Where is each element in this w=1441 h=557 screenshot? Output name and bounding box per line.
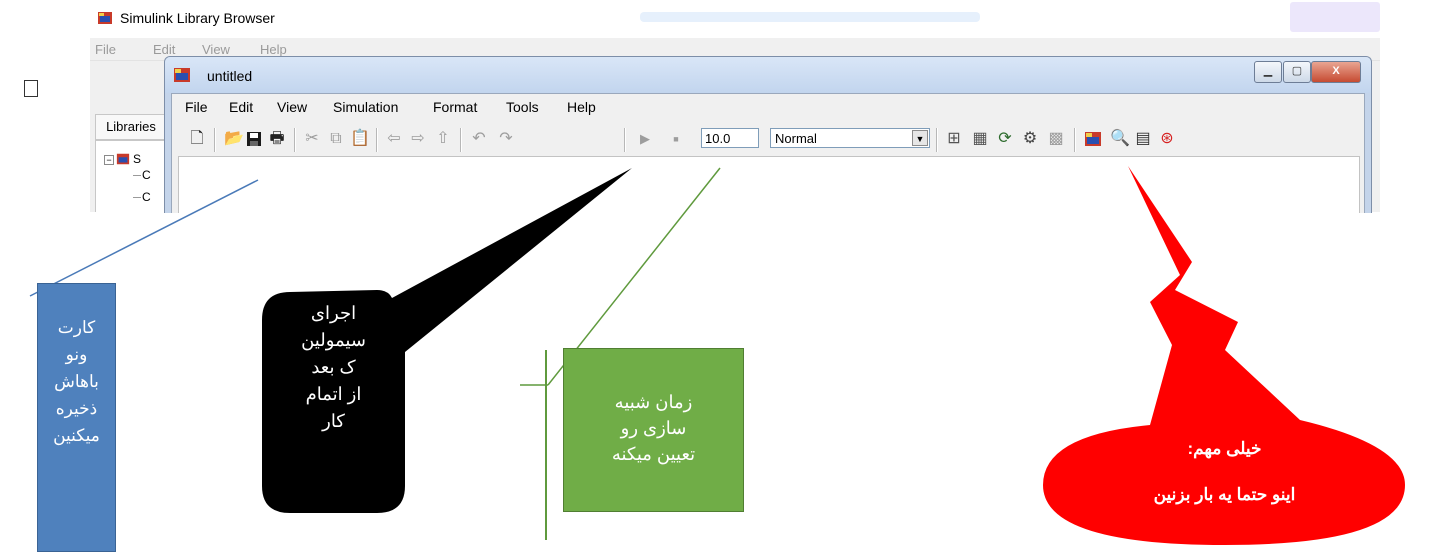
run-note: اجرای سیمولین ک بعد از اتمام کار <box>262 290 405 513</box>
copy-icon[interactable]: ⧉ <box>327 130 345 148</box>
save-note-line: باهاش <box>54 372 99 391</box>
library-browser-title: Simulink Library Browser <box>120 10 275 26</box>
tree-connector <box>133 197 141 198</box>
tree-child-label[interactable]: C <box>142 168 151 182</box>
important-note-title: خیلی مهم: <box>1187 439 1262 458</box>
simulation-mode-select[interactable]: Normal ▼ <box>770 128 930 148</box>
save-note-line: میکنین <box>53 426 100 445</box>
save-note-line: ذخیره <box>55 399 98 418</box>
model-grid-icon[interactable]: ▩ <box>1046 130 1066 148</box>
forward-arrow-icon[interactable]: ⇨ <box>409 130 427 148</box>
tree-root-label[interactable]: S <box>133 152 141 166</box>
important-note-body: اینو حتما یه بار بزنین <box>1153 485 1296 504</box>
toolbar-separator <box>1074 128 1076 152</box>
save-note-line: ونو <box>65 345 88 364</box>
model-toolbar: 🗋 📂 🖶 ✂ ⧉ 📋 ⇦ ⇨ ⇧ ↶ ↷ ▶ ■ 10.0 Normal ▼ … <box>172 122 1364 156</box>
debug-icon[interactable]: ⚙ <box>1020 130 1040 148</box>
library-browser-icon[interactable] <box>1084 130 1102 148</box>
time-note-line: زمان شبیه <box>614 392 693 412</box>
menu-file[interactable]: File <box>185 99 208 115</box>
simulink-app-icon <box>98 12 112 24</box>
menu-help[interactable]: Help <box>567 99 596 115</box>
new-model-icon[interactable]: 🗋 <box>188 130 206 148</box>
undo-icon[interactable]: ↶ <box>468 130 490 148</box>
menu-simulation[interactable]: Simulation <box>333 99 398 115</box>
lib-menu-help[interactable]: Help <box>260 42 287 57</box>
print-icon[interactable]: 🖶 <box>267 130 287 148</box>
up-arrow-icon[interactable]: ⇧ <box>434 130 452 148</box>
simulink-library-icon <box>116 153 130 165</box>
run-note-line: کار <box>322 411 345 431</box>
save-note: کارت ونو باهاش ذخیره میکنین <box>37 283 116 552</box>
start-simulation-icon[interactable]: ▶ <box>638 130 652 148</box>
model-canvas[interactable] <box>178 156 1360 213</box>
menu-tools[interactable]: Tools <box>506 99 539 115</box>
tree-expand-icon[interactable]: − <box>104 155 114 165</box>
stop-time-input[interactable]: 10.0 <box>701 128 759 148</box>
toolbar-separator <box>376 128 378 152</box>
menu-edit[interactable]: Edit <box>229 99 253 115</box>
time-note-line: سازی رو <box>620 418 687 438</box>
menu-format[interactable]: Format <box>433 99 477 115</box>
lib-menu-file[interactable]: File <box>95 42 116 57</box>
model-properties-icon[interactable]: ▤ <box>1134 130 1152 148</box>
library-browser-titlebar: Simulink Library Browser <box>90 0 1380 38</box>
blurred-window-button <box>1290 2 1380 32</box>
cut-icon[interactable]: ✂ <box>303 130 321 148</box>
time-note: زمان شبیه سازی رو تعیین میکنه <box>563 348 744 512</box>
save-icon[interactable] <box>246 131 262 147</box>
model-window: untitled ▁ ▢ X File Edit View Simulation… <box>164 56 1372 213</box>
simulink-model-icon <box>174 68 190 82</box>
chevron-down-icon[interactable]: ▼ <box>912 130 928 146</box>
build-model-icon[interactable]: ⊞ <box>944 130 964 148</box>
stop-simulation-icon[interactable]: ■ <box>670 130 682 148</box>
important-note: خیلی مهم: اینو حتما یه بار بزنین <box>1043 425 1406 545</box>
run-note-line: اجرای <box>310 303 357 323</box>
lib-new-file-icon[interactable] <box>24 80 38 97</box>
model-client-area: File Edit View Simulation Format Tools H… <box>171 93 1365 213</box>
model-explorer-icon[interactable]: 🔍 <box>1110 130 1130 148</box>
toolbar-separator <box>214 128 216 152</box>
run-note-line: ک بعد <box>311 357 356 377</box>
tree-connector <box>133 175 141 176</box>
back-arrow-icon[interactable]: ⇦ <box>385 130 403 148</box>
close-button[interactable]: X <box>1311 61 1361 83</box>
open-folder-icon[interactable]: 📂 <box>224 130 244 148</box>
libraries-tab[interactable]: Libraries <box>95 114 167 140</box>
blurred-title-text <box>640 12 980 22</box>
model-titlebar: untitled ▁ ▢ X <box>165 57 1371 93</box>
lib-menu-edit[interactable]: Edit <box>153 42 175 57</box>
toolbar-separator <box>936 128 938 152</box>
model-menubar: File Edit View Simulation Format Tools H… <box>172 94 1364 118</box>
refresh-icon[interactable]: ⟳ <box>996 130 1014 148</box>
model-title: untitled <box>207 68 253 84</box>
debugger-target-icon[interactable]: ⊛ <box>1158 130 1176 148</box>
update-diagram-icon[interactable]: ▦ <box>970 130 990 148</box>
toolbar-separator <box>624 128 626 152</box>
maximize-button[interactable]: ▢ <box>1283 61 1311 83</box>
run-note-line: از اتمام <box>305 384 362 404</box>
redo-icon[interactable]: ↷ <box>495 130 517 148</box>
time-note-line: تعیین میکنه <box>611 444 696 464</box>
toolbar-separator <box>460 128 462 152</box>
library-tree[interactable]: − S C C <box>95 140 169 212</box>
tree-child-label[interactable]: C <box>142 190 151 204</box>
minimize-button[interactable]: ▁ <box>1254 61 1282 83</box>
save-note-line: کارت <box>57 318 96 337</box>
run-note-line: سیمولین <box>301 330 366 350</box>
paste-icon[interactable]: 📋 <box>350 130 370 148</box>
toolbar-separator <box>294 128 296 152</box>
lib-menu-view[interactable]: View <box>202 42 230 57</box>
menu-view[interactable]: View <box>277 99 307 115</box>
simulation-mode-value: Normal <box>775 131 817 146</box>
